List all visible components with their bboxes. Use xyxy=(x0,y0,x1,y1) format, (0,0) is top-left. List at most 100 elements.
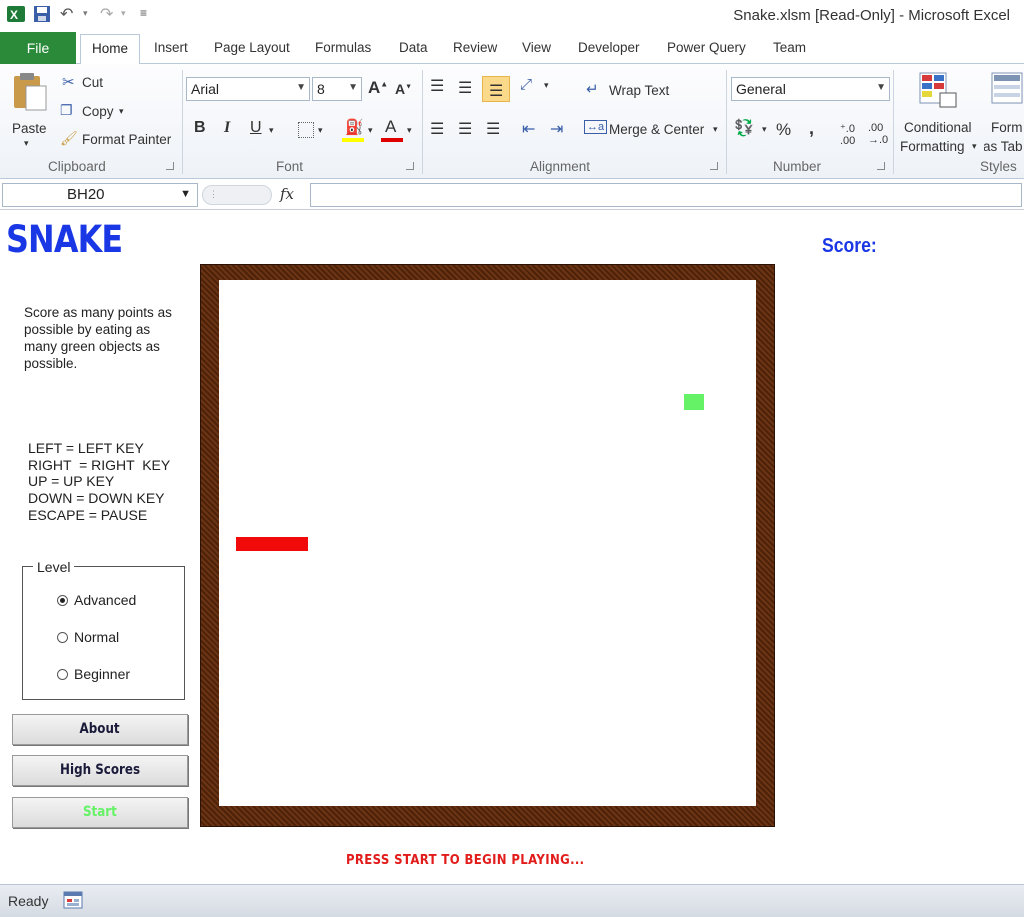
control-up: UP = UP KEY xyxy=(28,473,115,490)
tab-team[interactable]: Team xyxy=(773,40,806,55)
number-format-value: General xyxy=(736,81,786,97)
format-painter-button[interactable]: Format Painter xyxy=(82,132,171,147)
copy-button[interactable]: Copy xyxy=(82,104,114,119)
align-middle-icon[interactable]: ☰ xyxy=(458,78,472,98)
italic-button[interactable]: I xyxy=(224,119,230,137)
decrease-indent-icon[interactable]: ⇤ xyxy=(522,119,535,139)
tab-file[interactable]: File xyxy=(0,32,76,64)
high-scores-button[interactable]: High Scores xyxy=(12,755,188,786)
font-color-dropdown-icon[interactable]: ▾ xyxy=(407,125,412,136)
tab-developer[interactable]: Developer xyxy=(578,40,640,55)
copy-icon[interactable]: ❐ xyxy=(60,102,73,119)
level-option-normal[interactable]: Normal xyxy=(57,629,119,645)
redo-dropdown-icon[interactable]: ▾ xyxy=(121,8,126,19)
paste-button[interactable]: Paste ▾ xyxy=(8,68,52,154)
clipboard-launcher-icon[interactable] xyxy=(166,162,174,170)
start-button[interactable]: Start xyxy=(12,797,188,828)
merge-center-icon[interactable]: ↔a xyxy=(584,120,608,134)
control-escape: ESCAPE = PAUSE xyxy=(28,506,148,523)
copy-dropdown-icon[interactable]: ▾ xyxy=(119,106,124,117)
level-legend: Level xyxy=(33,559,75,575)
accounting-format-icon[interactable]: 💱 xyxy=(734,118,754,138)
underline-dropdown-icon[interactable]: ▾ xyxy=(269,125,274,136)
comma-style-button[interactable]: , xyxy=(809,118,814,139)
format-as-table-label-2: as Tab xyxy=(984,139,1023,154)
tab-power-query[interactable]: Power Query xyxy=(667,40,746,55)
game-title: SNAKE xyxy=(6,218,123,261)
paste-icon xyxy=(14,73,47,111)
formula-bar-splitter[interactable]: ⋮ xyxy=(202,185,272,205)
font-size-value: 8 xyxy=(317,81,325,97)
undo-icon[interactable]: ↶ xyxy=(60,4,73,24)
wrap-text-icon[interactable]: ↵ xyxy=(586,80,599,98)
start-message: PRESS START TO BEGIN PLAYING... xyxy=(346,853,585,868)
merge-center-dropdown-icon[interactable]: ▾ xyxy=(713,124,718,135)
underline-button[interactable]: U xyxy=(250,119,262,137)
align-top-icon[interactable]: ☰ xyxy=(430,76,444,96)
tab-view[interactable]: View xyxy=(522,40,551,55)
font-launcher-icon[interactable] xyxy=(406,162,414,170)
merge-center-button[interactable]: Merge & Center xyxy=(609,122,704,137)
worksheet[interactable]: SNAKE Score: Score as many points as pos… xyxy=(0,211,1024,883)
radio-normal[interactable] xyxy=(57,632,68,643)
radio-beginner[interactable] xyxy=(57,669,68,680)
formula-input[interactable] xyxy=(310,183,1022,207)
level-option-advanced[interactable]: Advanced xyxy=(57,592,136,608)
borders-dropdown-icon[interactable]: ▾ xyxy=(318,125,323,136)
format-painter-icon[interactable]: 🖌 xyxy=(60,130,78,147)
conditional-formatting-icon xyxy=(919,72,957,108)
increase-indent-icon[interactable]: ⇥ xyxy=(550,119,563,139)
font-name-combo[interactable]: Arial ▼ xyxy=(186,77,310,101)
radio-advanced[interactable] xyxy=(57,595,68,606)
shrink-font-icon[interactable]: A▼ xyxy=(395,81,412,97)
increase-decimal-icon[interactable]: ⁺.0.00 xyxy=(840,122,855,147)
about-button[interactable]: About xyxy=(12,714,188,745)
tab-page-layout[interactable]: Page Layout xyxy=(214,40,290,55)
align-bottom-button[interactable]: ☰ xyxy=(482,76,510,102)
tab-home[interactable]: Home xyxy=(80,34,140,65)
cut-icon[interactable]: ✂ xyxy=(62,73,75,91)
orientation-icon[interactable]: ⤢ xyxy=(520,76,532,93)
number-launcher-icon[interactable] xyxy=(877,162,885,170)
fill-color-dropdown-icon[interactable]: ▾ xyxy=(368,125,373,136)
font-color-icon[interactable]: A xyxy=(381,117,403,142)
bold-button[interactable]: B xyxy=(194,119,206,137)
align-left-icon[interactable]: ☰ xyxy=(430,119,444,139)
formula-bar: BH20 ▼ ⋮ fx xyxy=(0,180,1024,210)
borders-icon[interactable] xyxy=(298,122,314,138)
start-button-label: Start xyxy=(83,804,117,820)
font-size-combo[interactable]: 8 ▼ xyxy=(312,77,362,101)
grow-font-icon[interactable]: A▲ xyxy=(368,78,388,98)
status-ready: Ready xyxy=(8,893,49,909)
controls-list: LEFT = LEFT KEY RIGHT = RIGHT KEY UP = U… xyxy=(28,440,170,524)
name-box[interactable]: BH20 ▼ xyxy=(2,183,198,207)
fill-color-icon[interactable]: ⛽ xyxy=(342,118,364,142)
wrap-text-button[interactable]: Wrap Text xyxy=(609,83,669,98)
macro-record-icon[interactable] xyxy=(62,890,84,910)
name-box-dropdown-icon[interactable]: ▼ xyxy=(180,188,191,200)
save-icon[interactable] xyxy=(32,4,52,24)
align-bottom-icon: ☰ xyxy=(489,83,504,100)
number-format-combo[interactable]: General ▼ xyxy=(731,77,890,101)
customize-toolbar-icon[interactable]: ≡ xyxy=(140,6,147,20)
percent-style-button[interactable]: % xyxy=(776,120,791,140)
tab-data[interactable]: Data xyxy=(399,40,428,55)
level-option-beginner[interactable]: Beginner xyxy=(57,666,130,682)
redo-icon[interactable]: ↷ xyxy=(100,4,113,24)
accounting-dropdown-icon[interactable]: ▾ xyxy=(762,124,767,135)
align-center-icon[interactable]: ☰ xyxy=(458,119,472,139)
conditional-formatting-dropdown-icon: ▾ xyxy=(972,141,977,151)
alignment-launcher-icon[interactable] xyxy=(710,162,718,170)
tab-formulas[interactable]: Formulas xyxy=(315,40,371,55)
orientation-dropdown-icon[interactable]: ▾ xyxy=(544,80,549,91)
insert-function-button[interactable]: fx xyxy=(280,185,294,203)
tab-review[interactable]: Review xyxy=(453,40,497,55)
undo-dropdown-icon[interactable]: ▾ xyxy=(83,8,88,19)
decrease-decimal-icon[interactable]: .00 →.0 xyxy=(868,122,888,146)
align-right-icon[interactable]: ☰ xyxy=(486,119,500,139)
format-as-table-button[interactable]: Form as Tab xyxy=(984,68,1024,158)
conditional-formatting-label-1: Conditional xyxy=(904,120,972,135)
tab-insert[interactable]: Insert xyxy=(154,40,188,55)
cut-button[interactable]: Cut xyxy=(82,75,103,90)
conditional-formatting-button[interactable]: Conditional Formatting ▾ xyxy=(900,68,984,158)
